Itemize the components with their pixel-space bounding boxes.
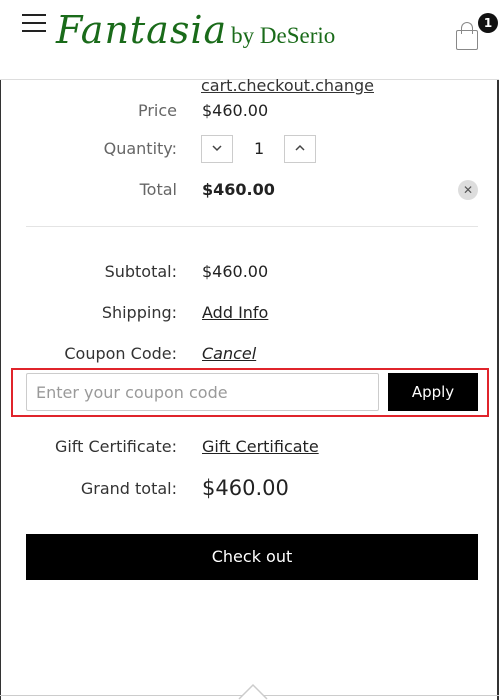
quantity-value: 1	[254, 139, 265, 158]
gift-certificate-label: Gift Certificate:	[54, 437, 177, 456]
checkout-button[interactable]: Check out	[26, 534, 478, 580]
price-value: $460.00	[202, 101, 269, 120]
coupon-code-label: Coupon Code:	[64, 344, 177, 363]
decrease-quantity-button[interactable]	[201, 135, 233, 163]
price-label: Price	[137, 101, 177, 120]
chevron-down-icon	[212, 145, 222, 152]
divider	[26, 226, 478, 227]
change-link[interactable]: cart.checkout.change	[201, 76, 374, 95]
quantity-label: Quantity:	[103, 139, 177, 158]
chevron-up-icon	[295, 144, 305, 151]
total-value: $460.00	[202, 180, 275, 199]
site-header: Fantasia by DeSerio 1	[0, 0, 499, 80]
cart-count-badge: 1	[478, 13, 498, 33]
coupon-code-input[interactable]	[26, 373, 379, 411]
grand-total-label: Grand total:	[80, 479, 177, 498]
hamburger-icon[interactable]	[22, 14, 46, 36]
subtotal-label: Subtotal:	[104, 262, 177, 281]
subtotal-value: $460.00	[202, 262, 269, 281]
gift-certificate-link[interactable]: Gift Certificate	[202, 437, 319, 456]
close-icon[interactable]: ✕	[458, 180, 478, 200]
logo-byline: by DeSerio	[231, 23, 336, 48]
grand-total-value: $460.00	[202, 476, 289, 500]
apply-coupon-button[interactable]: Apply	[388, 373, 478, 411]
shipping-label: Shipping:	[101, 303, 177, 322]
logo-script: Fantasia	[56, 8, 228, 52]
increase-quantity-button[interactable]	[284, 135, 316, 163]
site-logo[interactable]: Fantasia by DeSerio	[56, 8, 335, 52]
total-label: Total	[139, 180, 177, 199]
scroll-up-chevron-icon[interactable]	[238, 680, 268, 700]
add-shipping-info-link[interactable]: Add Info	[202, 303, 268, 322]
cancel-coupon-link[interactable]: Cancel	[202, 344, 256, 363]
